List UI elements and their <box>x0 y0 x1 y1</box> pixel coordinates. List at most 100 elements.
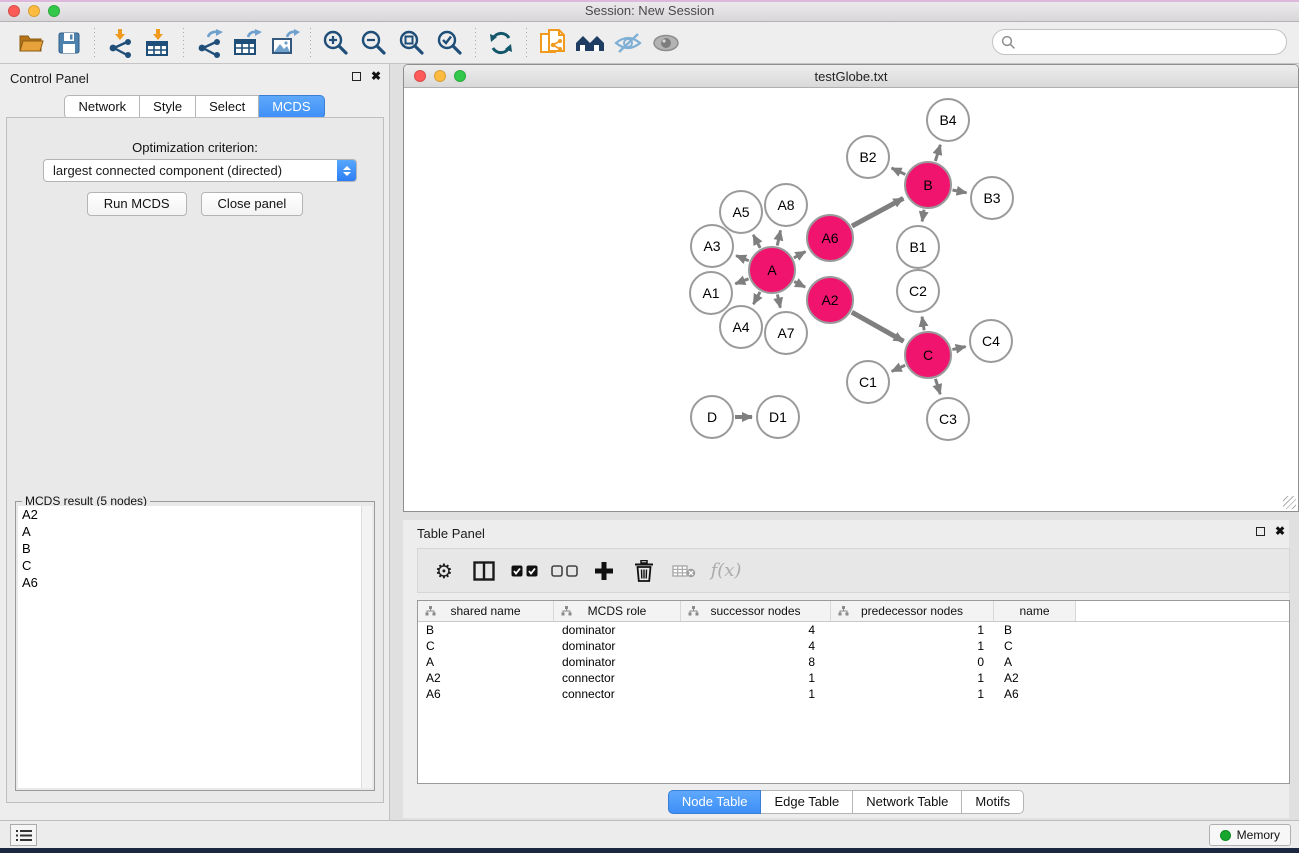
macos-titlebar[interactable]: Session: New Session <box>0 0 1299 22</box>
table-cell[interactable]: dominator <box>554 654 681 670</box>
table-cell[interactable]: C <box>418 638 554 654</box>
graph-node-A1[interactable]: A1 <box>690 272 732 314</box>
network-graph-canvas[interactable]: B4B2BB3B1A5A8A6A3AA1C2A2A4A7CC4C1C3DD1 <box>404 88 1298 511</box>
table-tab-edge-table[interactable]: Edge Table <box>761 790 853 814</box>
delete-columns-button[interactable] <box>624 552 664 590</box>
table-cell[interactable]: 1 <box>831 638 994 654</box>
refresh-button[interactable] <box>482 26 520 60</box>
float-table-panel-icon[interactable] <box>1256 527 1265 536</box>
table-row[interactable]: A6connector11A6 <box>418 686 1289 702</box>
home-button[interactable] <box>571 26 609 60</box>
search-field[interactable] <box>992 29 1287 55</box>
result-item-a6[interactable]: A6 <box>18 574 372 591</box>
table-cell[interactable]: A <box>418 654 554 670</box>
close-panel-icon[interactable]: ✖ <box>371 71 381 81</box>
graph-node-A5[interactable]: A5 <box>720 191 762 233</box>
table-cell[interactable]: dominator <box>554 638 681 654</box>
edge-A-A2[interactable] <box>794 281 805 287</box>
table-cell[interactable]: A2 <box>994 670 1076 686</box>
table-cell[interactable]: C <box>994 638 1076 654</box>
graph-node-A3[interactable]: A3 <box>691 225 733 267</box>
result-item-a[interactable]: A <box>18 523 372 540</box>
column-header-successor-nodes[interactable]: successor nodes <box>681 601 831 621</box>
zoom-out-button[interactable] <box>355 26 393 60</box>
result-item-c[interactable]: C <box>18 557 372 574</box>
float-panel-icon[interactable] <box>352 72 361 81</box>
zoom-fit-button[interactable] <box>393 26 431 60</box>
table-cell[interactable]: A6 <box>418 686 554 702</box>
import-table-button[interactable] <box>139 26 177 60</box>
import-network-button[interactable] <box>101 26 139 60</box>
edge-B-B1[interactable] <box>922 210 924 222</box>
edge-A-A5[interactable] <box>753 235 760 248</box>
table-cell[interactable]: 1 <box>831 670 994 686</box>
graph-node-C1[interactable]: C1 <box>847 361 889 403</box>
column-header-name[interactable]: name <box>994 601 1076 621</box>
table-tab-network-table[interactable]: Network Table <box>853 790 962 814</box>
table-cell[interactable]: 1 <box>681 686 831 702</box>
graph-node-D1[interactable]: D1 <box>757 396 799 438</box>
table-row[interactable]: Cdominator41C <box>418 638 1289 654</box>
result-item-a2[interactable]: A2 <box>18 506 372 523</box>
table-row[interactable]: A2connector11A2 <box>418 670 1289 686</box>
table-tab-motifs[interactable]: Motifs <box>962 790 1024 814</box>
hide-selected-button[interactable] <box>609 26 647 60</box>
edge-C-C1[interactable] <box>892 365 905 371</box>
table-cell[interactable]: 1 <box>831 622 994 638</box>
edge-C-C2[interactable] <box>922 317 924 331</box>
select-all-button[interactable] <box>504 552 544 590</box>
table-cell[interactable]: connector <box>554 686 681 702</box>
edge-A2-C[interactable] <box>852 312 904 341</box>
table-cell[interactable]: dominator <box>554 622 681 638</box>
table-cell[interactable]: connector <box>554 670 681 686</box>
edge-B-B2[interactable] <box>892 168 906 174</box>
table-cell[interactable]: B <box>418 622 554 638</box>
graph-node-A7[interactable]: A7 <box>765 312 807 354</box>
graph-node-A8[interactable]: A8 <box>765 184 807 226</box>
deselect-all-button[interactable] <box>544 552 584 590</box>
table-cell[interactable]: 1 <box>681 670 831 686</box>
destroy-table-button[interactable] <box>664 552 704 590</box>
edge-B-B3[interactable] <box>952 190 966 193</box>
edge-B-B4[interactable] <box>935 145 940 161</box>
edge-A6-B[interactable] <box>852 198 903 226</box>
graph-node-A6[interactable]: A6 <box>807 215 853 261</box>
table-cell[interactable]: B <box>994 622 1076 638</box>
result-item-b[interactable]: B <box>18 540 372 557</box>
edge-A-A1[interactable] <box>735 279 748 284</box>
graph-node-C4[interactable]: C4 <box>970 320 1012 362</box>
table-cell[interactable]: A <box>994 654 1076 670</box>
graph-node-A4[interactable]: A4 <box>720 306 762 348</box>
column-header-predecessor-nodes[interactable]: predecessor nodes <box>831 601 994 621</box>
edge-C-C4[interactable] <box>952 347 965 350</box>
edge-A-A6[interactable] <box>794 252 806 258</box>
table-cell[interactable]: 8 <box>681 654 831 670</box>
table-cell[interactable]: 4 <box>681 622 831 638</box>
save-session-button[interactable] <box>50 26 88 60</box>
memory-status-button[interactable]: Memory <box>1209 824 1291 846</box>
zoom-in-button[interactable] <box>317 26 355 60</box>
show-columns-button[interactable] <box>464 552 504 590</box>
network-from-file-button[interactable] <box>533 26 571 60</box>
graph-node-C2[interactable]: C2 <box>897 270 939 312</box>
export-table-button[interactable] <box>228 26 266 60</box>
table-cell[interactable]: A6 <box>994 686 1076 702</box>
network-window-titlebar[interactable]: testGlobe.txt <box>404 65 1298 88</box>
graph-node-B4[interactable]: B4 <box>927 99 969 141</box>
edge-C-C3[interactable] <box>935 379 940 394</box>
open-session-button[interactable] <box>12 26 50 60</box>
zoom-selected-button[interactable] <box>431 26 469 60</box>
search-input[interactable] <box>1016 32 1286 52</box>
tab-mcds[interactable]: MCDS <box>259 95 324 119</box>
run-mcds-button[interactable]: Run MCDS <box>87 192 187 216</box>
function-builder-button[interactable]: f(x) <box>704 552 744 590</box>
graph-node-A[interactable]: A <box>749 247 795 293</box>
show-all-button[interactable] <box>647 26 685 60</box>
graph-node-B2[interactable]: B2 <box>847 136 889 178</box>
table-tab-node-table[interactable]: Node Table <box>668 790 762 814</box>
table-cell[interactable]: A2 <box>418 670 554 686</box>
graph-node-B3[interactable]: B3 <box>971 177 1013 219</box>
close-panel-button[interactable]: Close panel <box>201 192 304 216</box>
table-row[interactable]: Adominator80A <box>418 654 1289 670</box>
edge-A-A7[interactable] <box>777 294 780 307</box>
